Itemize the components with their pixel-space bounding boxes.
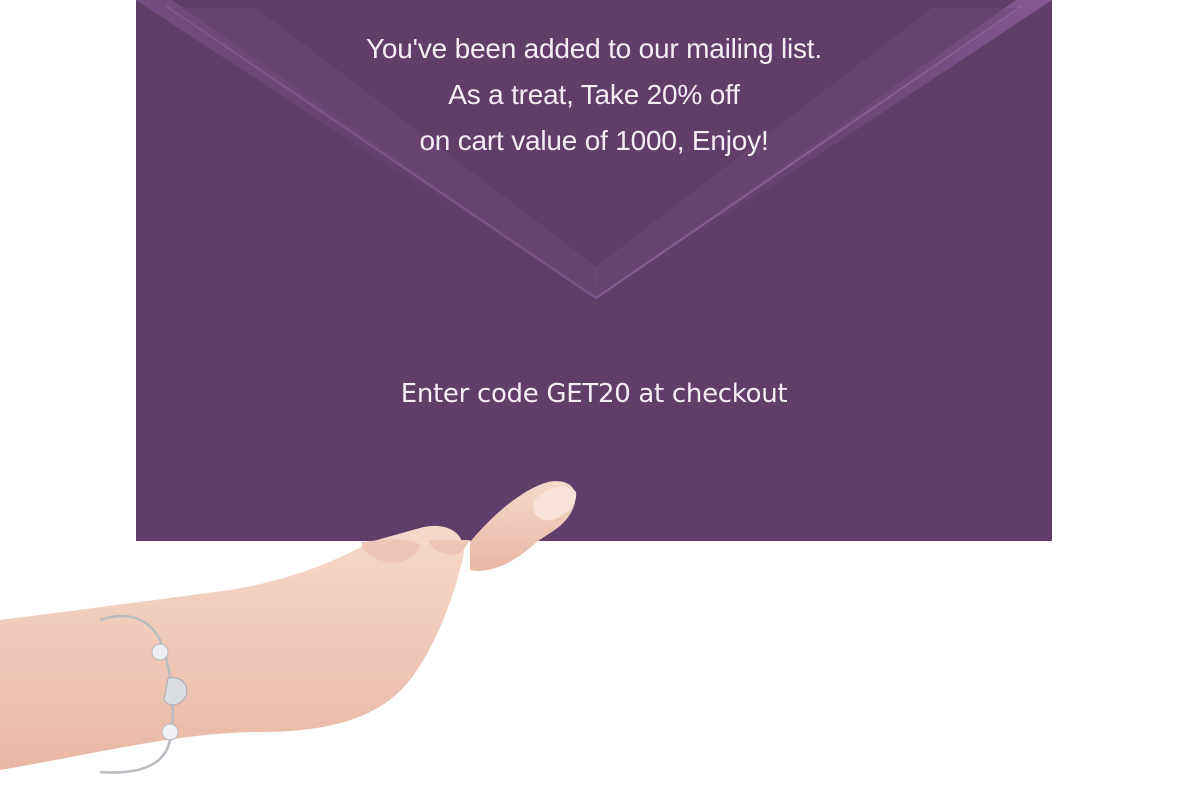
signup-confirmation-popup: You've been added to our mailing list. A… (0, 0, 1200, 790)
confirmation-message: You've been added to our mailing list. A… (136, 26, 1052, 164)
coupon-code-text: Enter code GET20 at checkout (400, 379, 788, 409)
message-line-1: You've been added to our mailing list. (366, 33, 822, 64)
message-line-2: As a treat, Take 20% off (448, 79, 740, 110)
hand-with-bracelet-graphic (0, 481, 577, 774)
message-line-3: on cart value of 1000, Enjoy! (419, 125, 769, 156)
envelope-card: You've been added to our mailing list. A… (136, 0, 1052, 541)
